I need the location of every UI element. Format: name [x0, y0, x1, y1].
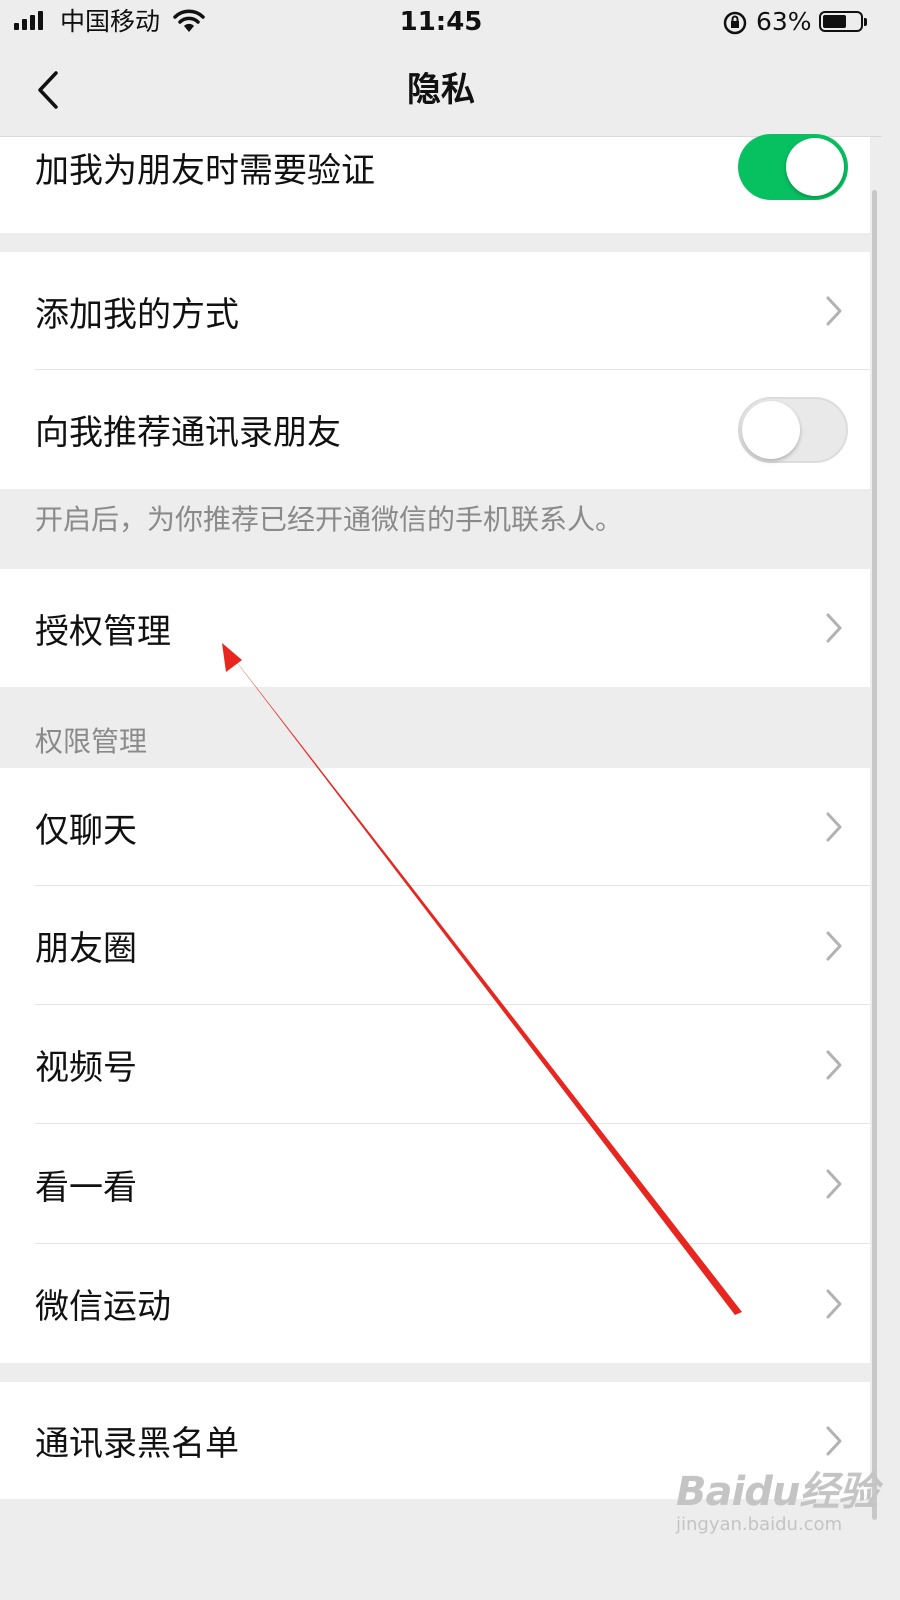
chevron-right-icon	[826, 1050, 842, 1079]
permissions-section-title: 权限管理	[35, 725, 148, 758]
chevron-right-icon	[826, 931, 842, 960]
permission-item-moments[interactable]: 朋友圈	[0, 886, 870, 1005]
permission-item-channels[interactable]: 视频号	[0, 1005, 870, 1124]
recommend-contacts-toggle[interactable]	[738, 396, 848, 463]
watermark-logo: Baidu经验	[676, 1470, 878, 1514]
permission-item-chat-only[interactable]: 仅聊天	[0, 768, 870, 886]
verify-friend-toggle[interactable]	[738, 134, 848, 200]
auth-management-label: 授权管理	[35, 611, 171, 652]
page-title: 隐私	[407, 70, 475, 110]
chevron-right-icon	[826, 1289, 842, 1318]
permission-item-label: 仅聊天	[35, 810, 137, 851]
recommend-contacts-row: 向我推荐通讯录朋友	[0, 370, 870, 489]
blacklist-label: 通讯录黑名单	[35, 1424, 239, 1464]
chevron-right-icon	[826, 613, 842, 643]
status-bar: 中国移动 11:45 63%	[0, 0, 882, 44]
recommend-contacts-label: 向我推荐通讯录朋友	[35, 413, 341, 453]
permission-item-werun[interactable]: 微信运动	[0, 1244, 870, 1363]
permission-item-label: 视频号	[35, 1048, 137, 1088]
verify-friend-label: 加我为朋友时需要验证	[35, 150, 375, 191]
battery-icon	[819, 11, 867, 32]
auth-management-row[interactable]: 授权管理	[0, 569, 870, 687]
rotation-lock-icon	[722, 10, 748, 40]
permission-item-label: 微信运动	[35, 1287, 171, 1327]
chevron-right-icon	[826, 1169, 842, 1199]
watermark-url: jingyan.baidu.com	[676, 1514, 843, 1535]
verify-friend-row: 加我为朋友时需要验证	[0, 134, 870, 233]
recommend-hint-text: 开启后，为你推荐已经开通微信的手机联系人。	[35, 503, 624, 536]
permission-item-label: 朋友圈	[35, 929, 137, 969]
baidu-jingyan-watermark: Baidu经验 jingyan.baidu.com	[676, 1470, 878, 1536]
chevron-right-icon	[826, 296, 842, 326]
scrollbar[interactable]	[872, 190, 877, 1520]
chevron-right-icon	[826, 1426, 842, 1455]
permission-item-label: 看一看	[35, 1167, 137, 1208]
add-me-method-label: 添加我的方式	[35, 294, 239, 335]
chevron-right-icon	[826, 812, 842, 842]
battery-percent: 63%	[756, 7, 812, 36]
clock: 11:45	[399, 7, 483, 37]
add-me-method-row[interactable]: 添加我的方式	[0, 252, 870, 370]
permission-item-top-stories[interactable]: 看一看	[0, 1124, 870, 1244]
watermark-logo-text: Baidu经验	[676, 1469, 878, 1515]
